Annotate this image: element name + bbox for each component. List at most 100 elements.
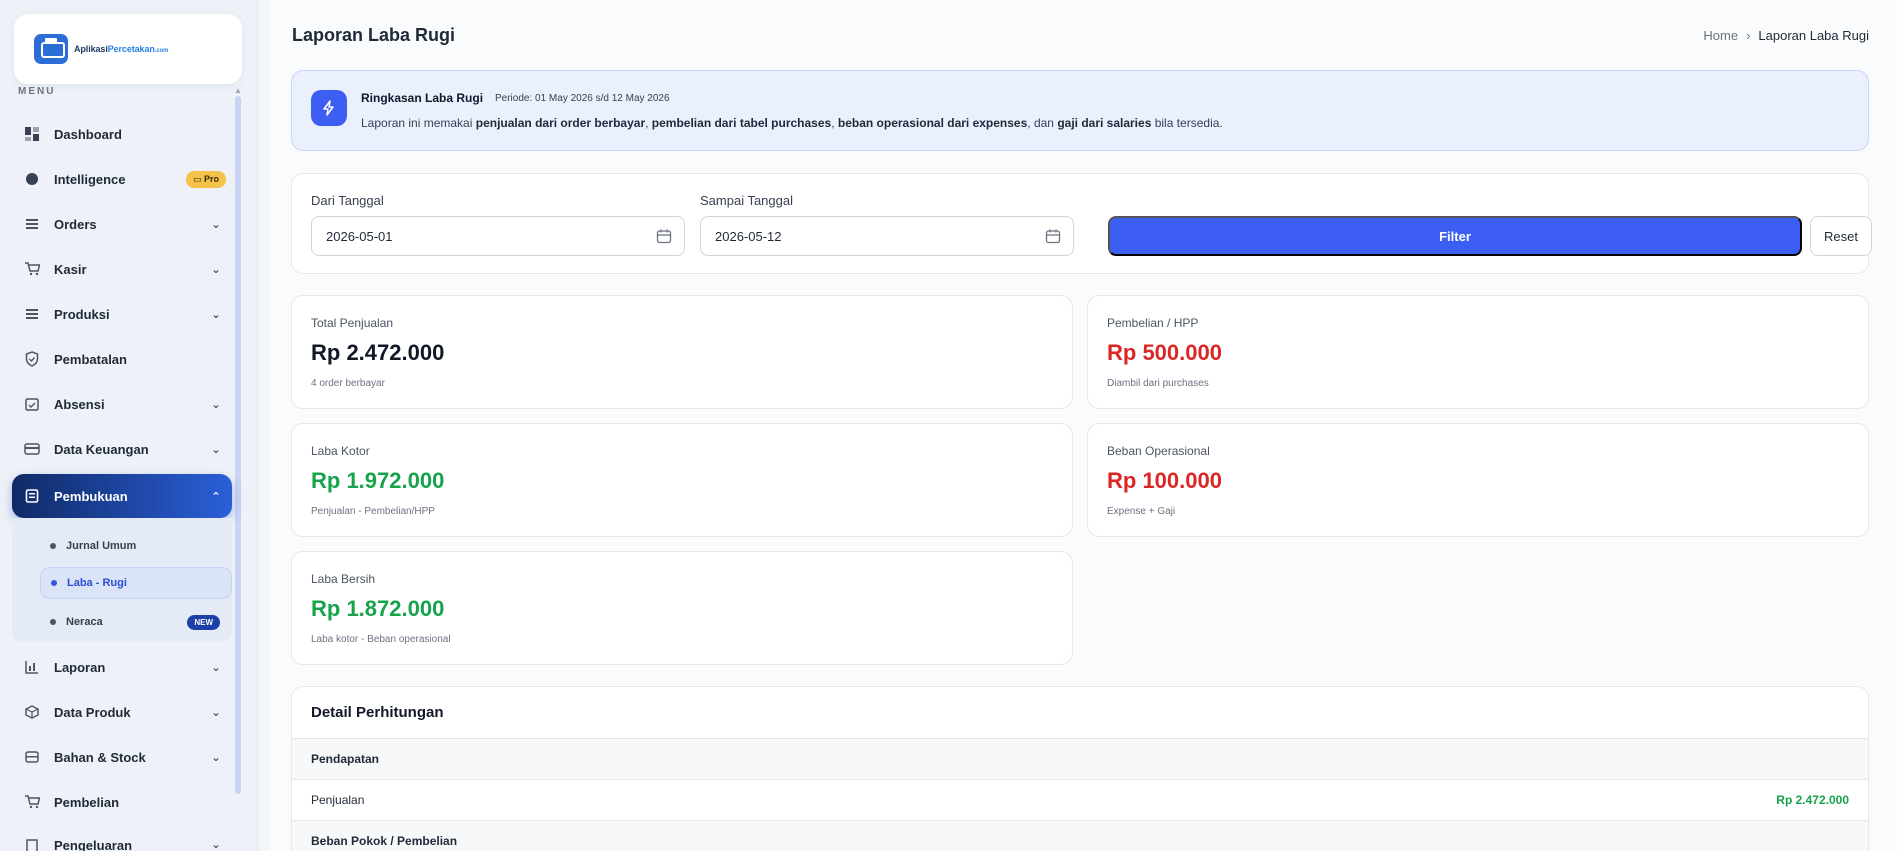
new-badge: NEW xyxy=(187,614,220,630)
summary-period: Periode: 01 May 2026 s/d 12 May 2026 xyxy=(495,93,670,104)
calendar-icon[interactable] xyxy=(1045,228,1061,247)
brain-icon xyxy=(24,171,40,187)
submenu-item-label: Neraca xyxy=(66,616,103,628)
submenu-item-jurnal-umum[interactable]: Jurnal Umum xyxy=(40,530,232,562)
sidebar-item-produksi[interactable]: Produksi ⌄ xyxy=(12,294,232,334)
list-icon xyxy=(24,306,40,322)
database-icon xyxy=(24,749,40,765)
summary-description: Laporan ini memakai penjualan dari order… xyxy=(361,116,1223,130)
sidebar-item-label: Orders xyxy=(54,216,97,232)
to-date-value: 2026-05-12 xyxy=(715,228,782,244)
desc-text: bila tersedia. xyxy=(1151,116,1223,130)
stat-card-total-penjualan: Total Penjualan Rp 2.472.000 4 order ber… xyxy=(291,295,1073,409)
logo-card[interactable]: AplikasiPercetakan.com xyxy=(14,14,242,84)
sidebar-item-label: Pembelian xyxy=(54,794,120,810)
sidebar-item-pembatalan[interactable]: Pembatalan xyxy=(12,339,232,379)
sidebar-item-dashboard[interactable]: Dashboard xyxy=(12,114,232,154)
section-label: Beban Pokok / Pembelian xyxy=(311,834,458,848)
sidebar-item-label: Kasir xyxy=(54,261,87,277)
page-title: Laporan Laba Rugi xyxy=(292,25,456,45)
sidebar-item-label: Data Produk xyxy=(54,704,131,720)
bullet-icon xyxy=(50,619,56,625)
desc-text: , xyxy=(645,116,652,130)
box-icon xyxy=(24,704,40,720)
lightning-icon xyxy=(311,90,347,126)
sidebar-item-pengeluaran[interactable]: Pengeluaran ⌄ xyxy=(12,827,232,851)
chevron-down-icon: ⌄ xyxy=(211,218,221,231)
submenu-item-laba-rugi[interactable]: Laba - Rugi xyxy=(40,567,232,599)
breadcrumb-current: Laporan Laba Rugi xyxy=(1758,28,1869,43)
stat-value: Rp 2.472.000 xyxy=(311,340,445,365)
chevron-up-icon: ⌃ xyxy=(211,490,221,503)
logo-name: Aplikasi xyxy=(74,44,108,54)
reset-button[interactable]: Reset xyxy=(1810,216,1872,256)
sidebar-item-label: Absensi xyxy=(54,396,105,412)
chevron-down-icon: ⌄ xyxy=(211,443,221,456)
breadcrumb: Home › Laporan Laba Rugi xyxy=(1703,28,1869,43)
sidebar: AplikasiPercetakan.com MENU ▲ Dashboard … xyxy=(0,0,258,851)
desc-text: Laporan ini memakai xyxy=(361,116,476,130)
submenu-item-neraca[interactable]: Neraca NEW xyxy=(40,606,232,638)
chevron-down-icon: ⌄ xyxy=(211,839,221,851)
sidebar-item-orders[interactable]: Orders ⌄ xyxy=(12,204,232,244)
sidebar-item-label: Produksi xyxy=(54,306,110,322)
desc-text: , xyxy=(831,116,838,130)
scroll-up-icon[interactable]: ▲ xyxy=(234,86,242,95)
logo-text: AplikasiPercetakan.com xyxy=(74,44,168,54)
stat-subtext: Diambil dari purchases xyxy=(1107,378,1209,389)
chevron-down-icon: ⌄ xyxy=(211,398,221,411)
sidebar-item-label: Pengeluaran xyxy=(54,838,133,851)
from-date-label: Dari Tanggal xyxy=(311,193,384,208)
sidebar-item-kasir[interactable]: Kasir ⌄ xyxy=(12,249,232,289)
submenu-item-label: Laba - Rugi xyxy=(67,577,127,589)
stat-subtext: Expense + Gaji xyxy=(1107,506,1176,517)
from-date-input[interactable]: 2026-05-01 xyxy=(311,216,685,256)
stat-label: Total Penjualan xyxy=(311,316,394,330)
row-label: Penjualan xyxy=(311,793,365,807)
sidebar-item-data-produk[interactable]: Data Produk ⌄ xyxy=(12,692,232,732)
sidebar-item-pembelian[interactable]: Pembelian xyxy=(12,782,232,822)
to-date-input[interactable]: 2026-05-12 xyxy=(700,216,1074,256)
detail-title: Detail Perhitungan xyxy=(311,704,444,721)
logo-accent: Percetakan xyxy=(107,44,155,54)
sidebar-item-label: Dashboard xyxy=(54,126,122,142)
sidebar-item-intelligence[interactable]: Intelligence ▭ Pro xyxy=(12,159,232,199)
sidebar-item-label: Intelligence xyxy=(54,171,126,187)
sidebar-item-pembukuan[interactable]: Pembukuan ⌃ xyxy=(12,474,232,518)
to-date-label: Sampai Tanggal xyxy=(700,193,793,208)
wallet-icon xyxy=(24,441,40,457)
pro-badge: ▭ Pro xyxy=(185,170,226,188)
sidebar-item-data-keuangan[interactable]: Data Keuangan ⌄ xyxy=(12,429,232,469)
chevron-down-icon: ⌄ xyxy=(211,661,221,674)
chevron-down-icon: ⌄ xyxy=(211,308,221,321)
dashboard-icon xyxy=(24,126,40,142)
stat-subtext: 4 order berbayar xyxy=(311,378,385,389)
chevron-down-icon: ⌄ xyxy=(211,263,221,276)
book-icon xyxy=(24,488,40,504)
bullet-icon xyxy=(51,580,57,586)
cart-icon xyxy=(24,794,40,810)
sidebar-item-laporan[interactable]: Laporan ⌄ xyxy=(12,647,232,687)
cart-icon xyxy=(24,261,40,277)
sidebar-item-absensi[interactable]: Absensi ⌄ xyxy=(12,384,232,424)
sidebar-item-bahan-stock[interactable]: Bahan & Stock ⌄ xyxy=(12,737,232,777)
stat-card-laba-bersih: Laba Bersih Rp 1.872.000 Laba kotor - Be… xyxy=(291,551,1073,665)
sidebar-scrollbar[interactable] xyxy=(235,96,241,794)
desc-bold: pembelian dari tabel purchases xyxy=(651,116,832,130)
desc-bold: beban operasional dari expenses xyxy=(837,116,1028,130)
chevron-right-icon: › xyxy=(1746,28,1751,43)
stat-subtext: Laba kotor - Beban operasional xyxy=(311,634,451,645)
desc-bold: gaji dari salaries xyxy=(1057,116,1152,130)
calendar-icon[interactable] xyxy=(656,228,672,247)
logo-suffix: .com xyxy=(154,48,169,54)
submenu-item-label: Jurnal Umum xyxy=(66,540,137,552)
sidebar-item-label: Pembatalan xyxy=(54,351,127,367)
breadcrumb-home[interactable]: Home xyxy=(1703,28,1738,43)
stat-label: Laba Bersih xyxy=(311,572,376,586)
sidebar-item-label: Data Keuangan xyxy=(54,441,149,457)
filter-button[interactable]: Filter xyxy=(1108,216,1802,256)
chevron-down-icon: ⌄ xyxy=(211,706,221,719)
stat-value: Rp 1.872.000 xyxy=(311,596,445,621)
desc-bold: penjualan dari order berbayar xyxy=(475,116,646,130)
shield-icon xyxy=(24,351,40,367)
